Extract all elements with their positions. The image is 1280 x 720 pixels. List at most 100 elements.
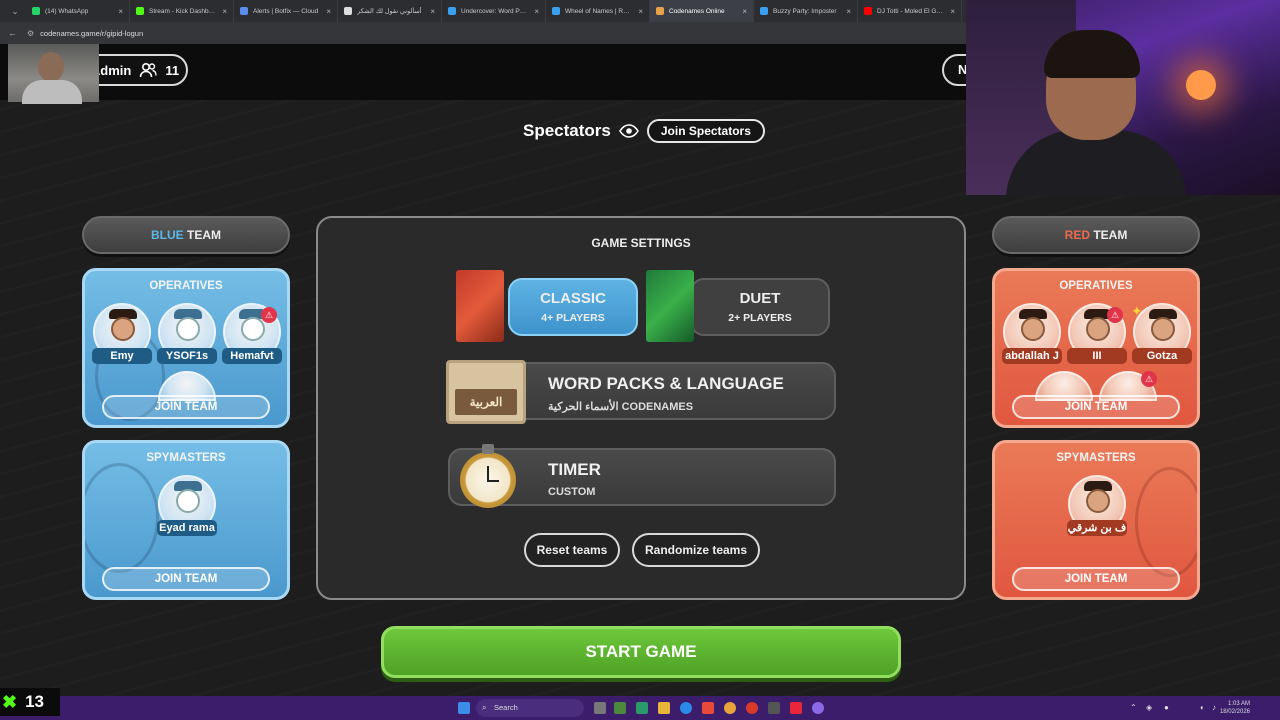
red-team-name-rest: TEAM bbox=[1090, 228, 1128, 242]
back-arrow-icon[interactable]: ← bbox=[8, 28, 17, 38]
eye-icon bbox=[618, 124, 639, 138]
browser-tab[interactable]: أسألوني نقول لك الشكر × bbox=[338, 0, 442, 22]
join-blue-spymasters-button[interactable]: JOIN TEAM bbox=[102, 567, 270, 591]
app-icon[interactable] bbox=[702, 702, 714, 714]
browser-tab[interactable]: DJ Totti - Moled El Gezo × bbox=[858, 0, 962, 22]
tab-close-icon[interactable]: × bbox=[846, 7, 851, 16]
app-icon[interactable] bbox=[790, 702, 802, 714]
edge-icon[interactable] bbox=[680, 702, 692, 714]
clock-date: 18/02/2026 bbox=[1219, 709, 1250, 715]
app-icon[interactable] bbox=[636, 702, 648, 714]
red-team-name-colored: RED bbox=[1064, 228, 1090, 242]
tab-close-icon[interactable]: × bbox=[950, 7, 955, 16]
tab-close-icon[interactable]: × bbox=[534, 7, 539, 16]
tab-favicon-icon bbox=[760, 7, 768, 15]
player-name: Gotza bbox=[1132, 348, 1192, 364]
browser-tab[interactable]: Undercover: Word Party × bbox=[442, 0, 546, 22]
browser-tab[interactable]: Buzzy Party: Imposter × bbox=[754, 0, 858, 22]
join-blue-operatives-button[interactable]: JOIN TEAM bbox=[102, 395, 270, 419]
red-spymasters-panel: SPYMASTERS ف بن شرقي JOIN TEAM bbox=[992, 440, 1200, 600]
kick-logo-icon: ✖ bbox=[2, 691, 18, 712]
timer-value: CUSTOM bbox=[548, 486, 596, 498]
join-red-operatives-button[interactable]: JOIN TEAM bbox=[1012, 395, 1180, 419]
file-explorer-icon[interactable] bbox=[658, 702, 670, 714]
player-name: ف بن شرقي bbox=[1067, 520, 1127, 536]
tab-list-chevron-icon[interactable]: ⌄ bbox=[4, 6, 26, 17]
tab-close-icon[interactable]: × bbox=[742, 7, 747, 16]
tab-label: Wheel of Names | Rand bbox=[565, 7, 633, 15]
chrome-icon[interactable] bbox=[724, 702, 736, 714]
spectators-section: Spectators Join Spectators bbox=[523, 118, 765, 144]
disconnected-icon: ⚠ bbox=[261, 307, 277, 323]
tray-wifi-icon[interactable]: ◐ bbox=[1200, 703, 1205, 712]
players-icon bbox=[140, 62, 158, 78]
tray-chevron-icon[interactable]: ⌃ bbox=[1130, 703, 1137, 712]
viewer-count: 13 bbox=[25, 692, 45, 711]
tab-label: أسألوني نقول لك الشكر bbox=[357, 8, 422, 15]
app-icon[interactable] bbox=[812, 702, 824, 714]
app-icon[interactable] bbox=[746, 702, 758, 714]
tab-favicon-icon bbox=[240, 7, 248, 15]
tab-favicon-icon bbox=[656, 7, 664, 15]
url-text[interactable]: codenames.game/r/gipid-logun bbox=[40, 29, 143, 38]
blue-team-name-colored: BLUE bbox=[150, 228, 184, 242]
stopwatch-icon bbox=[460, 444, 516, 508]
browser-tab[interactable]: Wheel of Names | Rand × bbox=[546, 0, 650, 22]
browser-tab[interactable]: (14) WhatsApp × bbox=[26, 0, 130, 22]
mode-name: CLASSIC bbox=[540, 290, 606, 307]
join-spectators-button[interactable]: Join Spectators bbox=[646, 119, 765, 143]
timer-title: TIMER bbox=[548, 460, 601, 479]
tab-close-icon[interactable]: × bbox=[222, 7, 227, 16]
tab-label: (14) WhatsApp bbox=[45, 7, 89, 15]
mode-players: 2+ PLAYERS bbox=[728, 312, 792, 324]
red-operatives-panel: OPERATIVES ⚠ ✦ abdallah J III Gotza ⚠ JO… bbox=[992, 268, 1200, 428]
search-icon: ⌕ bbox=[482, 703, 487, 712]
taskbar-clock[interactable]: 1:03 AM 18/02/2026 bbox=[1220, 700, 1250, 716]
blue-operatives-title: OPERATIVES bbox=[149, 280, 223, 292]
mode-name: DUET bbox=[739, 290, 781, 307]
tab-favicon-icon bbox=[448, 7, 456, 15]
clock-time: 1:03 AM bbox=[1227, 701, 1250, 707]
start-game-button[interactable]: START GAME bbox=[381, 626, 901, 678]
app-icon[interactable] bbox=[768, 702, 780, 714]
language-card: العربية bbox=[446, 360, 526, 424]
start-menu-icon[interactable] bbox=[458, 702, 470, 714]
app-icon[interactable] bbox=[614, 702, 626, 714]
blue-team-header: BLUE TEAM bbox=[82, 216, 290, 254]
tab-close-icon[interactable]: × bbox=[430, 7, 435, 16]
tray-volume-icon[interactable]: ♪ bbox=[1212, 703, 1216, 712]
kick-viewer-counter: ✖ 13 bbox=[0, 688, 60, 716]
word-packs-subtitle: الأسماء الحركية CODENAMES bbox=[548, 401, 694, 413]
tab-label: Codenames Online bbox=[669, 7, 725, 15]
join-red-spymasters-button[interactable]: JOIN TEAM bbox=[1012, 567, 1180, 591]
disconnected-icon: ⚠ bbox=[1141, 371, 1157, 387]
site-info-icon[interactable]: ⚙ bbox=[27, 29, 34, 38]
tab-close-icon[interactable]: × bbox=[638, 7, 643, 16]
tab-favicon-icon bbox=[344, 7, 352, 15]
tab-close-icon[interactable]: × bbox=[326, 7, 331, 16]
browser-tab[interactable]: Stream - Kick Dashboard × bbox=[130, 0, 234, 22]
randomize-teams-button[interactable]: Randomize teams bbox=[632, 533, 760, 567]
player-name: III bbox=[1067, 348, 1127, 364]
tab-label: DJ Totti - Moled El Gezo bbox=[877, 7, 945, 15]
taskbar-search-label: Search bbox=[494, 703, 518, 712]
duet-mode-button[interactable]: DUET 2+ PLAYERS bbox=[690, 278, 830, 336]
language-card-text: العربية bbox=[455, 389, 517, 415]
task-view-icon[interactable] bbox=[594, 702, 606, 714]
streamer-webcam-left bbox=[8, 44, 99, 104]
blue-operatives-panel: OPERATIVES ⚠ Emy YSOF1s Hemafvt JOIN TEA… bbox=[82, 268, 290, 428]
browser-tab[interactable]: Codenames Online × bbox=[650, 0, 754, 22]
windows-taskbar: ⌕ Search ⌃ ◈ ● ◐ ♪ 1:03 AM 18/02/2026 bbox=[0, 696, 1280, 720]
taskbar-search[interactable]: ⌕ Search bbox=[476, 699, 584, 717]
blue-team-name-rest: TEAM bbox=[183, 228, 221, 242]
tab-close-icon[interactable]: × bbox=[118, 7, 123, 16]
blue-spymasters-panel: SPYMASTERS Eyad rama JOIN TEAM bbox=[82, 440, 290, 600]
disconnected-icon: ⚠ bbox=[1107, 307, 1123, 323]
tray-mic-icon[interactable]: ● bbox=[1164, 703, 1169, 712]
tray-network-icon[interactable]: ◈ bbox=[1146, 703, 1152, 712]
tab-label: Alerts | Botfix — Cloud bbox=[253, 7, 319, 15]
reset-teams-button[interactable]: Reset teams bbox=[524, 533, 620, 567]
browser-tab[interactable]: Alerts | Botfix — Cloud × bbox=[234, 0, 338, 22]
red-operatives-title: OPERATIVES bbox=[1059, 280, 1133, 292]
classic-mode-button[interactable]: CLASSIC 4+ PLAYERS bbox=[508, 278, 638, 336]
